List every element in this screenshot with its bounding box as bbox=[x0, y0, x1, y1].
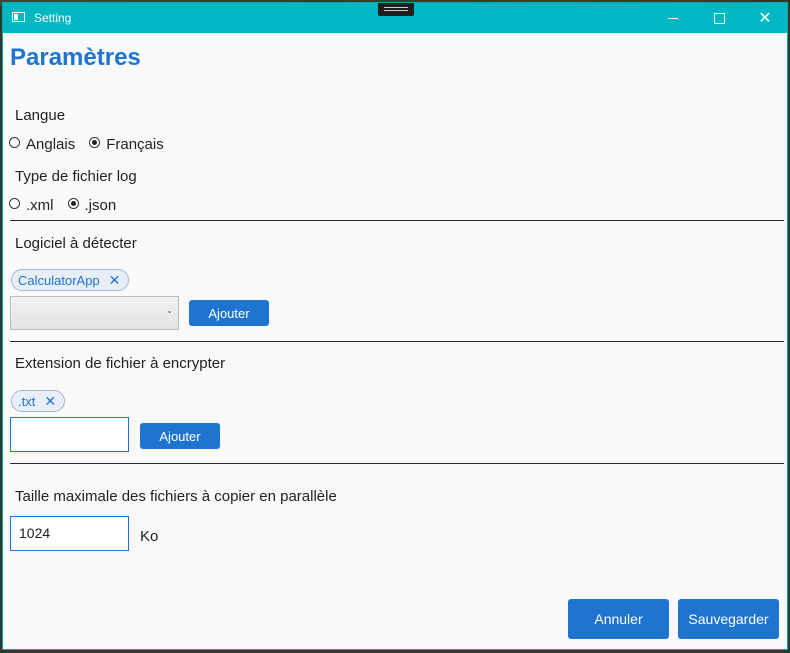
radio-xml-label: .xml bbox=[26, 197, 54, 214]
cancel-button[interactable]: Annuler bbox=[568, 599, 669, 639]
language-radio-group: Anglais Français bbox=[9, 136, 178, 153]
section-divider bbox=[10, 463, 784, 464]
software-chip: CalculatorApp ✕ bbox=[11, 269, 130, 291]
extension-label: Extension de fichier à encrypter bbox=[15, 355, 226, 372]
software-chip-label: CalculatorApp bbox=[18, 272, 100, 288]
minimize-button[interactable] bbox=[650, 3, 696, 33]
extension-chip: .txt ✕ bbox=[11, 390, 66, 412]
close-button[interactable]: ✕ bbox=[742, 3, 787, 33]
radio-option-english[interactable]: Anglais bbox=[9, 136, 75, 153]
app-icon bbox=[12, 12, 25, 22]
max-size-label: Taille maximale des fichiers à copier en… bbox=[15, 488, 337, 505]
settings-window: Setting ✕ Paramètres Langue Anglais Fran… bbox=[2, 2, 788, 650]
radio-json[interactable] bbox=[67, 198, 79, 209]
chevron-down-icon: ⌄ bbox=[166, 306, 173, 315]
close-icon: ✕ bbox=[758, 10, 772, 27]
radio-french-label: Français bbox=[106, 136, 164, 153]
save-button[interactable]: Sauvegarder bbox=[678, 599, 779, 639]
section-divider bbox=[10, 341, 784, 342]
radio-english[interactable] bbox=[9, 137, 20, 148]
remove-chip-icon[interactable]: ✕ bbox=[44, 393, 56, 410]
title-bar[interactable]: Setting ✕ bbox=[3, 3, 787, 33]
add-software-button[interactable]: Ajouter bbox=[189, 300, 269, 326]
remove-chip-icon[interactable]: ✕ bbox=[109, 272, 121, 289]
log-type-radio-group: .xml .json bbox=[9, 197, 130, 214]
radio-option-json[interactable]: .json bbox=[67, 197, 117, 214]
maximize-icon bbox=[713, 12, 725, 24]
radio-option-xml[interactable]: .xml bbox=[9, 197, 54, 214]
page-title: Paramètres bbox=[10, 44, 141, 71]
radio-english-label: Anglais bbox=[26, 136, 76, 153]
extension-input[interactable] bbox=[10, 417, 129, 452]
software-select[interactable]: ⌄ bbox=[10, 296, 179, 330]
language-label: Langue bbox=[15, 107, 66, 124]
max-size-unit: Ko bbox=[140, 528, 159, 545]
radio-json-label: .json bbox=[84, 197, 117, 214]
radio-french[interactable] bbox=[89, 137, 101, 148]
section-divider bbox=[10, 220, 784, 221]
radio-option-french[interactable]: Français bbox=[89, 136, 164, 153]
max-size-input[interactable]: 1024 bbox=[10, 516, 129, 551]
add-extension-button[interactable]: Ajouter bbox=[140, 423, 220, 449]
log-type-label: Type de fichier log bbox=[15, 168, 137, 185]
window-title: Setting bbox=[34, 11, 72, 25]
extension-chip-label: .txt bbox=[18, 393, 36, 409]
snap-handle[interactable] bbox=[378, 3, 414, 16]
radio-xml[interactable] bbox=[9, 198, 20, 209]
maximize-button[interactable] bbox=[696, 3, 742, 33]
software-label: Logiciel à détecter bbox=[15, 235, 137, 252]
minimize-icon bbox=[668, 17, 678, 19]
